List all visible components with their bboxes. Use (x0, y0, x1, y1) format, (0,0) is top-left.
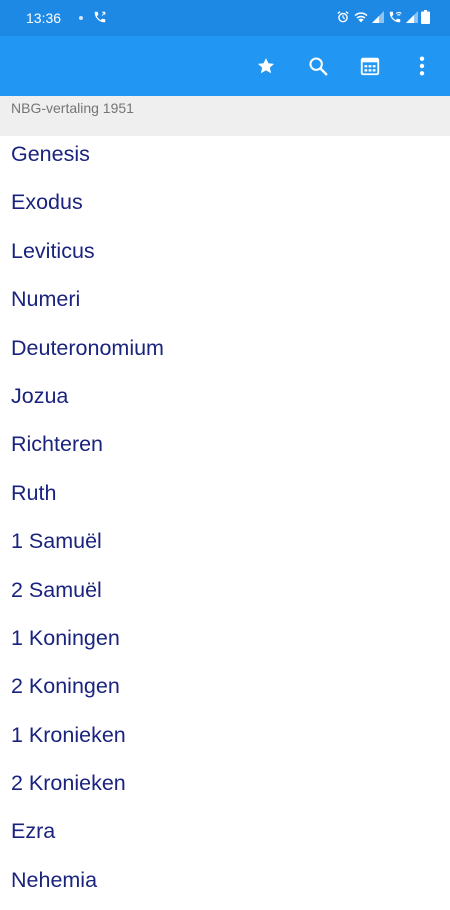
app-toolbar (0, 36, 450, 96)
version-label: NBG-vertaling 1951 (11, 100, 134, 116)
book-item-ezra[interactable]: Ezra (11, 813, 450, 861)
search-icon (309, 57, 328, 76)
book-item-2-kronieken[interactable]: 2 Kronieken (11, 765, 450, 813)
book-list: Genesis Exodus Leviticus Numeri Deuteron… (0, 136, 450, 910)
calendar-icon (360, 57, 380, 76)
more-vert-icon (419, 56, 425, 76)
signal-icon (406, 10, 418, 26)
book-item-2-samuel[interactable]: 2 Samuël (11, 572, 450, 620)
version-header: NBG-vertaling 1951 (0, 96, 450, 136)
more-options-button[interactable] (400, 44, 444, 88)
book-item-ruth[interactable]: Ruth (11, 475, 450, 523)
signal-icon (372, 10, 384, 26)
book-item-leviticus[interactable]: Leviticus (11, 233, 450, 281)
wifi-calling-icon (387, 10, 403, 27)
notification-dot-icon (79, 16, 84, 20)
book-item-exodus[interactable]: Exodus (11, 184, 450, 232)
call-status-icon (93, 10, 107, 27)
status-time: 13:36 (26, 10, 62, 26)
calendar-button[interactable] (348, 44, 392, 88)
wifi-icon (353, 10, 369, 27)
book-item-1-kronieken[interactable]: 1 Kronieken (11, 717, 450, 765)
alarm-icon (336, 10, 350, 27)
book-item-1-koningen[interactable]: 1 Koningen (11, 620, 450, 668)
book-item-nehemia[interactable]: Nehemia (11, 862, 450, 910)
book-item-richteren[interactable]: Richteren (11, 426, 450, 474)
favorites-button[interactable] (244, 44, 288, 88)
book-item-numeri[interactable]: Numeri (11, 281, 450, 329)
book-item-1-samuel[interactable]: 1 Samuël (11, 523, 450, 571)
book-item-genesis[interactable]: Genesis (11, 136, 450, 184)
book-item-jozua[interactable]: Jozua (11, 378, 450, 426)
star-icon (257, 58, 275, 74)
book-item-deuteronomium[interactable]: Deuteronomium (11, 330, 450, 378)
book-item-2-koningen[interactable]: 2 Koningen (11, 668, 450, 716)
search-button[interactable] (296, 44, 340, 88)
status-bar: 13:36 (0, 0, 450, 36)
battery-icon (421, 9, 430, 27)
